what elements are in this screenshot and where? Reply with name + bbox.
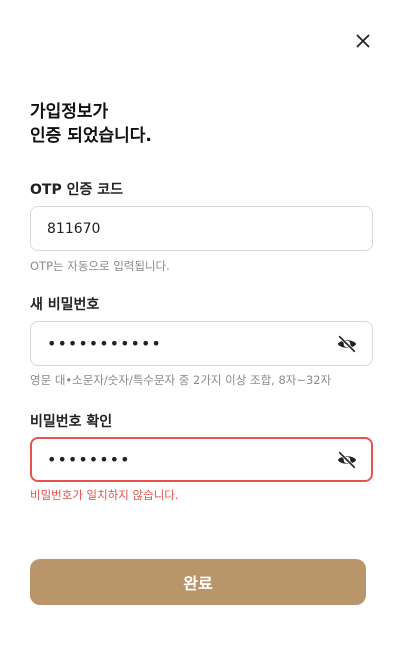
page-title: 가입정보가 인증 되었습니다. <box>30 100 152 148</box>
new-password-label: 새 비밀번호 <box>30 297 100 313</box>
complete-button[interactable]: 완료 <box>30 559 366 605</box>
confirm-password-label: 비밀번호 확인 <box>30 414 113 430</box>
close-icon <box>356 34 370 48</box>
confirm-password-visibility-toggle[interactable] <box>336 449 358 471</box>
confirm-password-field[interactable] <box>30 437 373 482</box>
otp-label: OTP 인증 코드 <box>30 182 123 198</box>
close-button[interactable] <box>352 30 374 52</box>
new-password-visibility-toggle[interactable] <box>336 333 358 355</box>
page-title-line-1: 가입정보가 <box>30 102 109 122</box>
eye-off-icon <box>337 450 357 469</box>
otp-hint: OTP는 자동으로 입력됩니다. <box>30 259 170 273</box>
new-password-input[interactable] <box>47 322 336 365</box>
otp-field[interactable] <box>30 206 373 251</box>
confirm-password-error: 비밀번호가 일치하지 않습니다. <box>30 488 179 502</box>
otp-input[interactable] <box>47 207 358 250</box>
page-title-line-2: 인증 되었습니다. <box>30 126 152 146</box>
confirm-password-input[interactable] <box>47 439 336 480</box>
new-password-hint: 영문 대•소문자/숫자/특수문자 중 2가지 이상 조합, 8자~32자 <box>30 373 332 387</box>
eye-off-icon <box>337 334 357 353</box>
new-password-field[interactable] <box>30 321 373 366</box>
